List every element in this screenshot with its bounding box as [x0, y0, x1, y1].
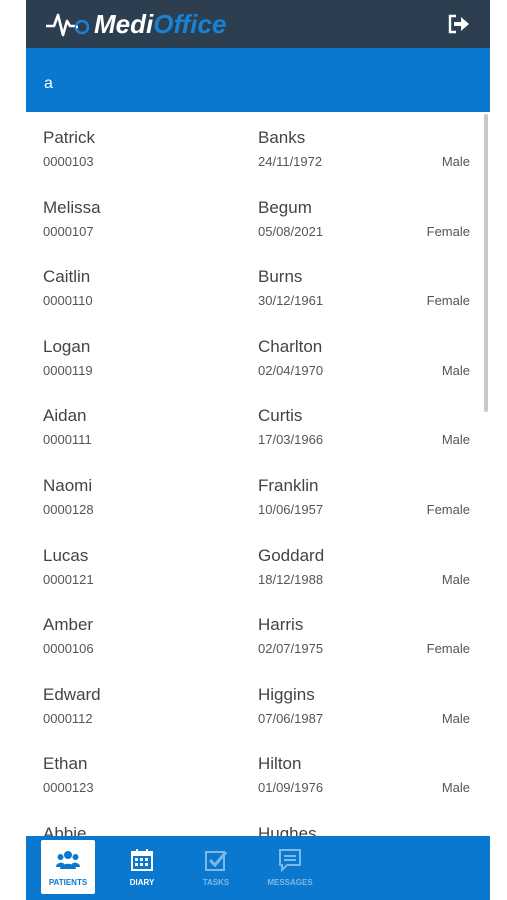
nav-diary[interactable]: DIARY	[115, 840, 169, 894]
app-frame: MediOffice a Patrick Banks 0000103 24/11/19…	[26, 0, 490, 900]
patient-row[interactable]: Logan Charlton 0000119 02/04/1970 Male	[26, 321, 482, 391]
patient-id: 0000128	[43, 501, 94, 517]
nav-tasks[interactable]: TASKS	[189, 840, 243, 894]
patient-first-name: Melissa	[43, 197, 101, 217]
patient-row[interactable]: Caitlin Burns 0000110 30/12/1961 Female	[26, 251, 482, 321]
message-icon	[279, 849, 301, 872]
patient-row[interactable]: Aidan Curtis 0000111 17/03/1966 Male	[26, 390, 482, 460]
nav-patients[interactable]: PATIENTS	[41, 840, 95, 894]
patient-dob: 07/06/1987	[258, 710, 324, 726]
patient-sex: Female	[426, 223, 470, 239]
patient-dob: 01/09/1976	[258, 780, 324, 796]
patient-sex: Male	[441, 710, 470, 726]
patient-id: 0000112	[43, 710, 93, 726]
patient-row[interactable]: Amber Harris 0000106 02/07/1975 Female	[26, 599, 482, 669]
search-input[interactable]: a	[44, 75, 53, 93]
patient-dob: 18/12/1988	[258, 571, 324, 587]
patient-id: 0000111	[43, 432, 92, 448]
patient-dob: 24/11/1972	[258, 154, 323, 169]
patient-id: 0000110	[43, 293, 93, 309]
patient-list: Patrick Banks 0000103 24/11/1972 Male Melissa…	[26, 112, 482, 836]
patient-first-name: Patrick	[43, 128, 95, 147]
nav-messages-label: MESSAGES	[267, 878, 313, 887]
patient-first-name: Naomi	[43, 475, 93, 495]
app-header: MediOffice	[26, 0, 490, 48]
brand-part1: Medi	[94, 9, 154, 39]
brand-part2: Office	[153, 9, 227, 39]
patient-id: 0000106	[43, 641, 94, 657]
patient-id: 0000123	[43, 780, 94, 796]
heartbeat-logo-icon	[46, 13, 90, 37]
patient-last-name: Charlton	[258, 336, 323, 356]
patient-last-name: Franklin	[258, 475, 319, 495]
patient-last-name: Curtis	[258, 406, 303, 426]
patient-first-name: Logan	[43, 336, 91, 356]
patient-sex: Male	[441, 154, 470, 169]
patient-id: 0000121	[43, 571, 94, 587]
patient-first-name: Caitlin	[43, 267, 91, 287]
patient-sex: Male	[441, 432, 470, 448]
patient-last-name: Begum	[258, 197, 312, 217]
patient-id: 0000103	[43, 154, 94, 169]
patient-last-name: Higgins	[258, 684, 315, 704]
patient-first-name: Lucas	[43, 545, 89, 565]
patient-dob: 02/07/1975	[258, 641, 324, 657]
patient-first-name: Amber	[43, 615, 94, 635]
calendar-icon	[131, 849, 153, 871]
patient-last-name: Banks	[258, 128, 306, 147]
patient-last-name: Harris	[258, 615, 304, 635]
patient-sex: Female	[426, 293, 470, 309]
patient-row[interactable]: Naomi Franklin 0000128 10/06/1957 Female	[26, 460, 482, 530]
patient-sex: Female	[426, 641, 470, 657]
checkbox-icon	[205, 851, 228, 871]
patient-id: 0000107	[43, 223, 94, 239]
patient-sex: Male	[441, 780, 470, 796]
patient-dob: 30/12/1961	[258, 293, 324, 309]
patient-first-name: Abbie	[43, 823, 87, 836]
patient-dob: 10/06/1957	[258, 501, 324, 517]
patient-first-name: Edward	[43, 684, 101, 704]
patient-last-name: Hilton	[258, 754, 302, 774]
patient-row[interactable]: Melissa Begum 0000107 05/08/2021 Female	[26, 182, 482, 252]
patient-first-name: Ethan	[43, 754, 88, 774]
patient-dob: 05/08/2021	[258, 223, 324, 239]
patient-row[interactable]: Patrick Banks 0000103 24/11/1972 Male	[26, 112, 482, 182]
brand-name: MediOffice	[94, 9, 226, 39]
patient-sex: Female	[426, 501, 470, 517]
patient-last-name: Hughes	[258, 823, 317, 836]
patient-row[interactable]: Ethan Hilton 0000123 01/09/1976 Male	[26, 738, 482, 808]
patient-last-name: Goddard	[258, 545, 325, 565]
nav-patients-label: PATIENTS	[48, 878, 88, 887]
logo: MediOffice	[46, 9, 226, 39]
nav-messages[interactable]: MESSAGES	[263, 840, 317, 894]
patient-row[interactable]: Edward Higgins 0000112 07/06/1987 Male	[26, 669, 482, 739]
search-bar[interactable]: a	[26, 48, 490, 112]
users-icon	[56, 851, 80, 869]
nav-diary-label: DIARY	[129, 878, 155, 887]
patient-row[interactable]: Lucas Goddard 0000121 18/12/1988 Male	[26, 530, 482, 600]
patient-id: 0000119	[43, 362, 93, 378]
list-scrollbar[interactable]	[484, 114, 488, 412]
patient-sex: Male	[441, 571, 470, 587]
logout-icon[interactable]	[448, 14, 470, 34]
bottom-nav: PATIENTS DIARY TASKS MESSAGES	[26, 836, 490, 900]
patient-first-name: Aidan	[43, 406, 87, 426]
patient-last-name: Burns	[258, 267, 303, 287]
nav-tasks-label: TASKS	[202, 878, 230, 887]
patient-row[interactable]: Abbie Hughes	[26, 808, 482, 836]
patient-dob: 17/03/1966	[258, 432, 324, 448]
patient-dob: 02/04/1970	[258, 362, 324, 378]
patient-sex: Male	[441, 362, 470, 378]
